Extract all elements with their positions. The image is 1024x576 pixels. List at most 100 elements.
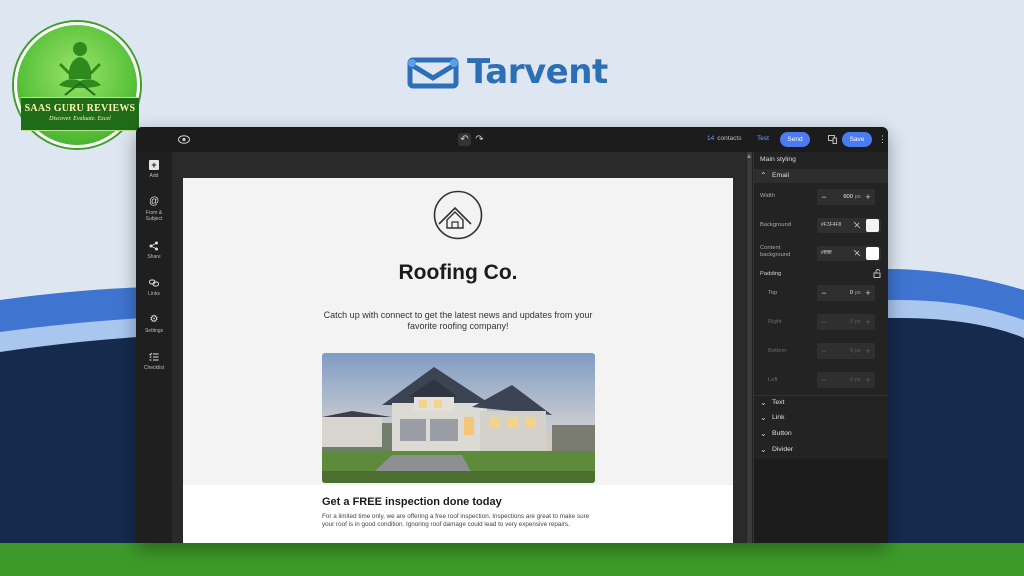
width-stepper[interactable]: − 600 px + <box>817 189 875 205</box>
panel-title: Main styling <box>760 156 796 163</box>
gear-icon: ⚙ <box>149 314 159 325</box>
send-button[interactable]: Send <box>780 132 810 147</box>
padding-right-plus-button[interactable]: + <box>861 314 875 330</box>
meditation-figure-icon <box>59 42 101 96</box>
padding-top-stepper[interactable]: − 0 px + <box>817 285 875 301</box>
section-button[interactable]: ⌄ Button <box>754 427 888 441</box>
section-heading: Get a FREE inspection done today <box>322 496 502 508</box>
padding-right-value[interactable]: 0 <box>831 314 853 330</box>
contacts-count[interactable]: 14 contacts <box>707 135 741 142</box>
checklist-icon <box>149 352 159 361</box>
chevron-down-icon: ⌄ <box>760 398 767 407</box>
redo-icon[interactable]: ↷ <box>473 133 486 146</box>
padding-left-label: Left <box>768 377 778 383</box>
inspection-section: Get a FREE inspection done today For a l… <box>183 485 733 543</box>
chevron-down-icon: ⌄ <box>760 413 767 422</box>
padding-right-stepper[interactable]: − 0 px + <box>817 314 875 330</box>
editor-window: ↶ ↷ 14 contacts Test Send Save ⋮ + Add @ … <box>136 127 888 543</box>
brand-name: Tarvent <box>467 52 608 92</box>
styling-panel: Main styling ⌃ Email Width − 600 px + Ba… <box>753 152 888 543</box>
rail-label: Settings <box>144 328 164 334</box>
padding-bottom-plus-button[interactable]: + <box>861 343 875 359</box>
share-icon <box>149 241 158 251</box>
section-email-label: Email <box>772 172 789 179</box>
contacts-number: 14 <box>707 135 715 142</box>
padding-label: Padding <box>760 271 782 277</box>
roofing-logo-icon <box>433 190 483 240</box>
width-minus-button[interactable]: − <box>817 189 831 205</box>
padding-top-minus-button[interactable]: − <box>817 285 831 301</box>
width-label: Width <box>760 193 775 199</box>
width-value[interactable]: 600 <box>831 189 853 205</box>
scroll-up-arrow-icon[interactable] <box>747 154 751 158</box>
rail-item-checklist[interactable]: Checklist <box>136 352 172 371</box>
rail-label: Share <box>147 254 161 260</box>
background-swatch[interactable] <box>866 219 879 232</box>
section-link[interactable]: ⌄ Link <box>754 411 888 425</box>
badge-title: SAAS GURU REVIEWS <box>24 103 136 114</box>
rail-label-line2: Subject <box>145 216 163 222</box>
contacts-label: contacts <box>717 135 742 142</box>
rail-label: Links <box>148 291 160 297</box>
content-background-label: Content background <box>760 245 790 259</box>
panel-empty-area <box>754 459 888 543</box>
content-background-label-line2: background <box>760 252 791 258</box>
rail-item-links[interactable]: Links <box>136 278 172 297</box>
clear-color-icon[interactable] <box>853 221 861 229</box>
background-color-field[interactable]: #F3F4F8 <box>817 218 881 233</box>
rail-label: Checklist <box>143 365 165 371</box>
padding-left-plus-button[interactable]: + <box>861 372 875 388</box>
width-plus-button[interactable]: + <box>861 189 875 205</box>
chevron-down-icon: ⌄ <box>760 445 767 454</box>
unlock-icon[interactable] <box>873 269 882 278</box>
rail-item-settings[interactable]: ⚙ Settings <box>136 314 172 335</box>
rail-item-from-subject[interactable]: @ From & Subject <box>136 196 172 223</box>
email-title: Roofing Co. <box>398 261 518 284</box>
section-divider-label: Divider <box>772 446 794 453</box>
rail-item-share[interactable]: Share <box>136 241 172 260</box>
review-badge: SAAS GURU REVIEWS Discover. Evaluate. Ex… <box>14 22 140 148</box>
undo-icon[interactable]: ↶ <box>458 133 471 146</box>
save-button[interactable]: Save <box>842 132 872 147</box>
padding-left-minus-button[interactable]: − <box>817 372 831 388</box>
badge-tagline: Discover. Evaluate. Excel <box>49 116 111 122</box>
section-text[interactable]: ⌄ Text <box>754 395 888 409</box>
padding-left-value[interactable]: 0 <box>831 372 853 388</box>
padding-top-label: Top <box>768 290 778 296</box>
padding-bottom-stepper[interactable]: − 0 px + <box>817 343 875 359</box>
padding-bottom-label: Bottom <box>768 348 787 354</box>
padding-left-stepper[interactable]: − 0 px + <box>817 372 875 388</box>
section-body: For a limited time only, we are offering… <box>322 513 590 528</box>
padding-top-plus-button[interactable]: + <box>861 285 875 301</box>
section-text-label: Text <box>772 399 785 406</box>
test-button[interactable]: Test <box>757 135 769 142</box>
section-link-label: Link <box>772 414 785 421</box>
brand-header: Tarvent <box>407 52 608 92</box>
panel-scrollbar[interactable] <box>747 152 752 543</box>
device-preview-icon[interactable] <box>828 135 837 144</box>
chevron-down-icon: ⌄ <box>760 429 767 438</box>
padding-right-label: Right <box>768 319 782 325</box>
clear-color-icon[interactable] <box>853 249 861 257</box>
padding-right-minus-button[interactable]: − <box>817 314 831 330</box>
badge-ribbon: SAAS GURU REVIEWS Discover. Evaluate. Ex… <box>21 97 139 131</box>
content-background-field[interactable]: #ffffff <box>817 246 881 261</box>
padding-top-value[interactable]: 0 <box>831 285 853 301</box>
padding-bottom-value[interactable]: 0 <box>831 343 853 359</box>
width-unit: px <box>855 194 861 200</box>
rail-label: Add <box>149 173 159 179</box>
more-menu-icon[interactable]: ⋮ <box>878 133 887 145</box>
chevron-up-icon: ⌃ <box>760 171 767 180</box>
rail-item-add[interactable]: + Add <box>136 160 172 179</box>
bottom-green-band <box>0 543 1024 576</box>
content-background-swatch[interactable] <box>866 247 879 260</box>
content-background-value: #ffffff <box>821 250 832 256</box>
section-divider[interactable]: ⌄ Divider <box>754 443 888 457</box>
section-email[interactable]: ⌃ Email <box>754 169 888 183</box>
section-button-label: Button <box>772 430 792 437</box>
email-preview[interactable]: Roofing Co. Catch up with connect to get… <box>183 178 733 543</box>
preview-eye-icon[interactable] <box>178 135 190 144</box>
padding-bottom-minus-button[interactable]: − <box>817 343 831 359</box>
at-icon: @ <box>149 196 160 207</box>
padding-right-unit: px <box>855 319 861 325</box>
